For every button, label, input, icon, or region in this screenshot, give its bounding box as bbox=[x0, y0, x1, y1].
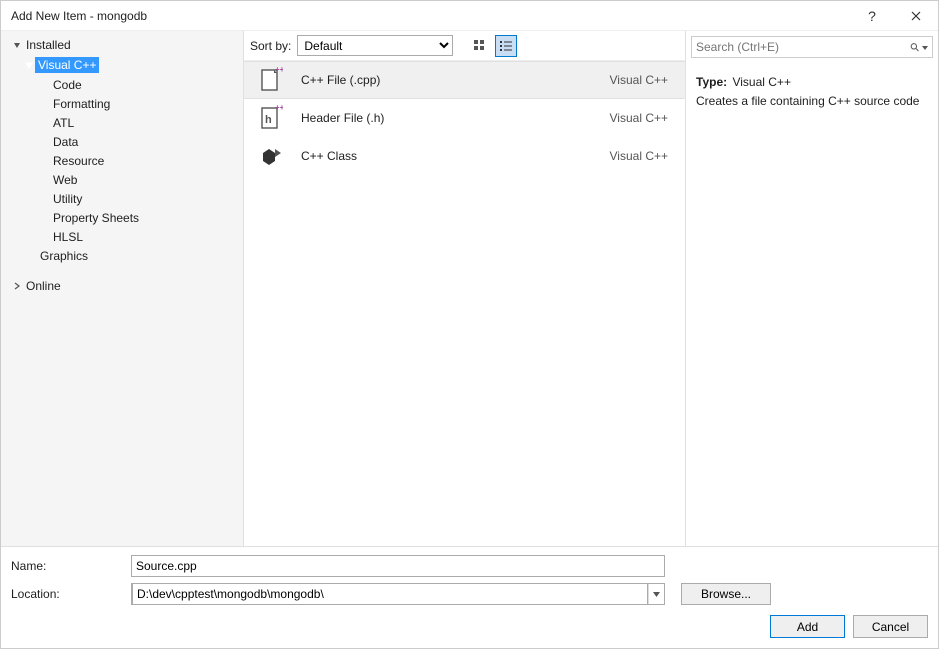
caret-down-icon bbox=[13, 38, 23, 52]
search-box[interactable] bbox=[691, 36, 933, 58]
template-item-header-file[interactable]: h ++ Header File (.h) Visual C++ bbox=[244, 99, 685, 137]
cpp-class-icon bbox=[257, 142, 285, 170]
chevron-down-icon bbox=[922, 40, 928, 54]
svg-text:h: h bbox=[265, 114, 272, 126]
tree-installed[interactable]: Installed bbox=[1, 35, 243, 55]
location-dropdown-button[interactable] bbox=[648, 584, 664, 604]
search-input[interactable] bbox=[696, 40, 910, 54]
view-list-button[interactable] bbox=[495, 35, 517, 57]
svg-text:++: ++ bbox=[275, 67, 283, 74]
tree-graphics[interactable]: Graphics bbox=[1, 246, 243, 266]
view-tiles-button[interactable] bbox=[469, 35, 491, 57]
main-content: Installed Visual C++ Code Formatting ATL… bbox=[1, 31, 938, 546]
location-label: Location: bbox=[11, 587, 131, 601]
window-title: Add New Item - mongodb bbox=[11, 9, 850, 23]
sort-by-label: Sort by: bbox=[250, 39, 291, 53]
detail-type-label: Type: bbox=[696, 75, 727, 89]
caret-right-icon bbox=[13, 279, 23, 293]
sort-by-select[interactable]: Default bbox=[297, 35, 453, 56]
tree-sub-item[interactable]: HLSL bbox=[1, 227, 243, 246]
category-sidebar: Installed Visual C++ Code Formatting ATL… bbox=[1, 31, 244, 546]
header-file-icon: h ++ bbox=[257, 104, 285, 132]
cpp-file-icon: ++ bbox=[257, 66, 285, 94]
detail-panel: Type: Visual C++ Creates a file containi… bbox=[685, 31, 938, 546]
add-button[interactable]: Add bbox=[770, 615, 845, 638]
caret-down-icon bbox=[25, 58, 35, 72]
tree-sub-item[interactable]: Resource bbox=[1, 151, 243, 170]
name-input[interactable] bbox=[131, 555, 665, 577]
detail-description: Creates a file containing C++ source cod… bbox=[696, 92, 928, 111]
tree-sub-item[interactable]: Property Sheets bbox=[1, 208, 243, 227]
tree-sub-item[interactable]: Web bbox=[1, 170, 243, 189]
browse-button[interactable]: Browse... bbox=[681, 583, 771, 605]
tree-sub-item[interactable]: Utility bbox=[1, 189, 243, 208]
tree-sub-item[interactable]: Code bbox=[1, 75, 243, 94]
location-combo[interactable] bbox=[131, 583, 665, 605]
name-label: Name: bbox=[11, 559, 131, 573]
close-button[interactable] bbox=[894, 1, 938, 31]
tree-sub-item[interactable]: Formatting bbox=[1, 94, 243, 113]
detail-text: Type: Visual C++ Creates a file containi… bbox=[686, 61, 938, 123]
location-input[interactable] bbox=[132, 583, 648, 605]
template-list: ++ C++ File (.cpp) Visual C++ h ++ Heade… bbox=[244, 61, 685, 546]
detail-type-value: Visual C++ bbox=[732, 75, 790, 89]
toolbar: Sort by: Default bbox=[244, 31, 685, 61]
bottom-form: Name: Location: Browse... Add Cancel bbox=[1, 546, 938, 648]
tree-visual-cpp[interactable]: Visual C++ bbox=[1, 55, 243, 75]
template-list-panel: Sort by: Default bbox=[244, 31, 685, 546]
tree-sub-item[interactable]: ATL bbox=[1, 113, 243, 132]
search-icon[interactable] bbox=[910, 40, 928, 54]
template-item-cpp-file[interactable]: ++ C++ File (.cpp) Visual C++ bbox=[244, 61, 685, 99]
tree-online[interactable]: Online bbox=[1, 276, 243, 296]
svg-text:++: ++ bbox=[275, 105, 283, 112]
cancel-button[interactable]: Cancel bbox=[853, 615, 928, 638]
help-button[interactable]: ? bbox=[850, 1, 894, 31]
title-bar: Add New Item - mongodb ? bbox=[1, 1, 938, 31]
template-item-cpp-class[interactable]: C++ Class Visual C++ bbox=[244, 137, 685, 175]
tree-sub-item[interactable]: Data bbox=[1, 132, 243, 151]
